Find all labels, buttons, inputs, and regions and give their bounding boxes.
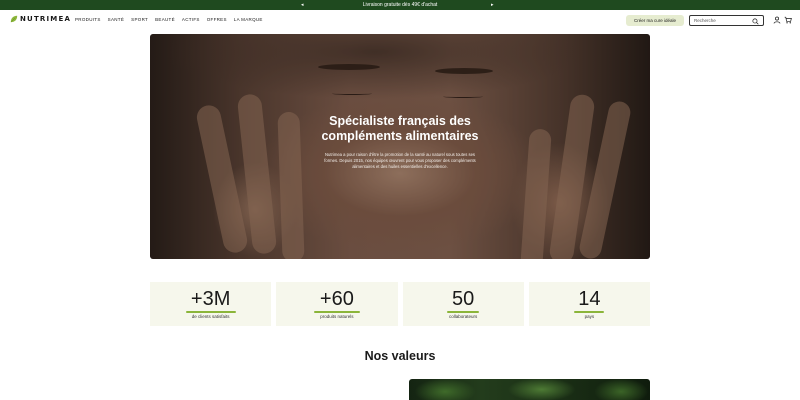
nav-item-la-marque[interactable]: LA MARQUE xyxy=(234,17,263,22)
hero-title-line-2: compléments alimentaires xyxy=(321,129,479,143)
promo-bar: ◂ Livraison gratuite dès 49€ d'achat ▸ xyxy=(0,0,800,10)
hero-overlay xyxy=(150,34,650,259)
stat-underline xyxy=(447,311,480,313)
hero-title: Spécialiste français des compléments ali… xyxy=(150,114,650,144)
user-icon[interactable] xyxy=(773,16,781,24)
stat-label: collaborateurs xyxy=(448,314,478,319)
stat-label: de clients satisfaits xyxy=(191,314,230,319)
nav-item-produits[interactable]: PRODUITS xyxy=(75,17,101,22)
promo-prev-arrow[interactable]: ◂ xyxy=(301,0,304,10)
stat-card: 14 pays xyxy=(528,282,650,326)
hero-title-line-1: Spécialiste français des xyxy=(329,114,471,128)
stat-card: 50 collaborateurs xyxy=(402,282,524,326)
hero-banner: Spécialiste français des compléments ali… xyxy=(150,34,650,259)
stat-value: +60 xyxy=(319,288,354,310)
stat-value: 14 xyxy=(578,288,601,310)
stat-label: produits naturels xyxy=(320,314,354,319)
create-cure-button[interactable]: Créer ma cure idéale xyxy=(626,15,684,26)
stat-card: +60 produits naturels xyxy=(276,282,398,326)
brand-wordmark: NUTRIMEA xyxy=(20,15,72,23)
nav-item-sante[interactable]: SANTÉ xyxy=(108,17,125,22)
nav-item-actifs[interactable]: ACTIFS xyxy=(182,17,200,22)
stat-underline xyxy=(574,311,605,313)
hero-description: Nutrimea a pour raison d'être la promoti… xyxy=(324,152,476,170)
leaf-logo-icon xyxy=(10,15,18,23)
promo-text: Livraison gratuite dès 49€ d'achat xyxy=(362,2,438,8)
site-header: NUTRIMEA PRODUITS SANTÉ SPORT BEAUTÉ ACT… xyxy=(0,10,800,30)
main-nav: PRODUITS SANTÉ SPORT BEAUTÉ ACTIFS OFFRE… xyxy=(75,17,263,22)
stat-underline xyxy=(313,311,360,313)
stat-underline xyxy=(185,311,236,313)
stat-value: 50 xyxy=(452,288,475,310)
brand-logo[interactable]: NUTRIMEA xyxy=(10,15,71,23)
nav-item-beaute[interactable]: BEAUTÉ xyxy=(155,17,175,22)
search-box xyxy=(689,15,764,26)
stats-row: +3M de clients satisfaits +60 produits n… xyxy=(150,282,650,326)
search-icon[interactable] xyxy=(752,18,759,25)
stat-label: pays xyxy=(584,314,595,319)
stat-value: +3M xyxy=(190,288,231,310)
search-input[interactable] xyxy=(690,18,752,23)
nav-item-offres[interactable]: OFFRES xyxy=(207,17,227,22)
nav-item-sport[interactable]: SPORT xyxy=(131,17,148,22)
values-leaves-image xyxy=(409,379,650,400)
cart-icon[interactable] xyxy=(784,16,792,24)
promo-next-arrow[interactable]: ▸ xyxy=(491,0,494,10)
values-section-title: Nos valeurs xyxy=(364,349,436,363)
stat-card: +3M de clients satisfaits xyxy=(150,282,272,326)
